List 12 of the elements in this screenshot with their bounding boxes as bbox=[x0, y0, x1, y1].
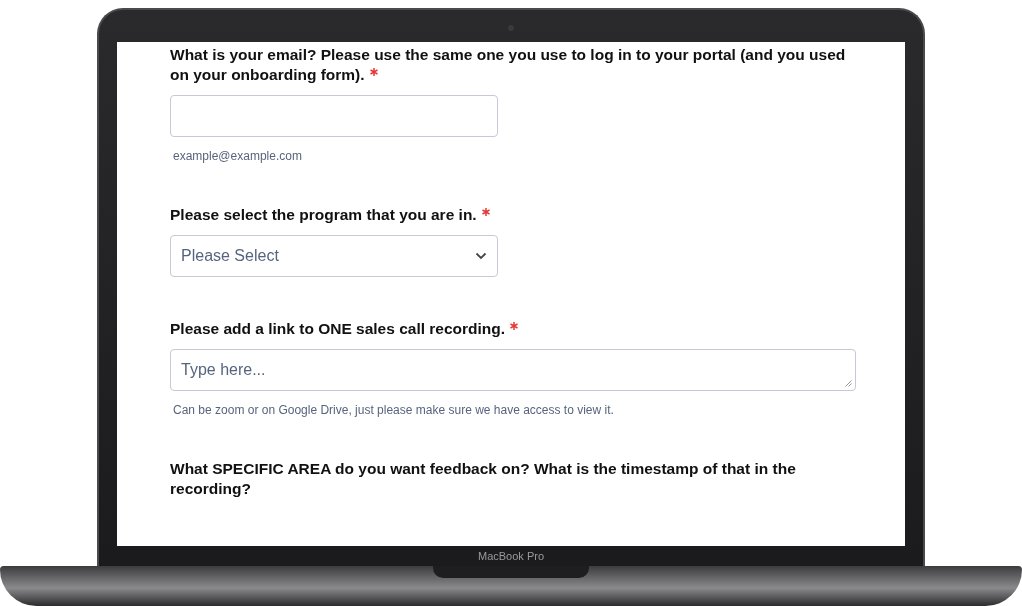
program-select[interactable]: Please Select bbox=[170, 235, 498, 277]
question-label: What is your email? Please use the same one you use to log in to your portal (and you used on your onboarding form). bbox=[170, 46, 846, 83]
question-label: Please select the program that you are in. bbox=[170, 206, 477, 223]
device-label: MacBook Pro bbox=[478, 550, 544, 562]
question-label: What SPECIFIC AREA do you want feedback on? What is the timestamp of that in the recording? bbox=[170, 460, 796, 497]
link-input-field[interactable]: Type here... bbox=[170, 349, 856, 391]
email-input-field[interactable] bbox=[170, 95, 498, 137]
field-hint: Can be zoom or on Google Drive, just please make sure we have access to view it. bbox=[172, 403, 615, 417]
chevron-down-icon bbox=[475, 252, 487, 260]
question-label: Please add a link to ONE sales call recording. bbox=[170, 320, 506, 337]
field-hint: example@example.com bbox=[172, 149, 303, 163]
resize-handle-icon bbox=[845, 380, 852, 387]
